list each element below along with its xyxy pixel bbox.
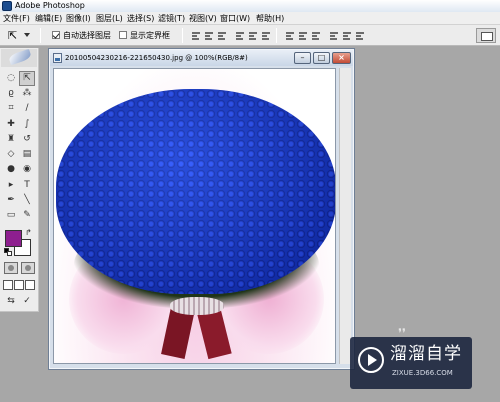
options-bar: ⇱ 自动选择图层 显示定界框 bbox=[0, 25, 500, 46]
notes-icon[interactable]: ▭ bbox=[3, 208, 19, 223]
dodge-icon[interactable]: ◉ bbox=[19, 162, 35, 177]
close-button[interactable]: × bbox=[332, 52, 351, 64]
menu-image[interactable]: 图像(I) bbox=[66, 12, 91, 25]
tool-preset-picker[interactable]: ⇱ bbox=[6, 28, 34, 43]
foreground-color-swatch[interactable] bbox=[5, 230, 22, 247]
menu-view[interactable]: 视图(V) bbox=[189, 12, 217, 25]
document-title: 20100504230216-221650430.jpg @ 100%(RGB/… bbox=[65, 54, 248, 62]
distribute-hcenter-icon[interactable] bbox=[343, 31, 351, 40]
document-title-bar[interactable]: 20100504230216-221650430.jpg @ 100%(RGB/… bbox=[50, 50, 353, 66]
title-bar: Adobe Photoshop bbox=[0, 0, 500, 12]
screen-mode-standard-icon[interactable] bbox=[3, 280, 13, 290]
menu-bar: 文件(F) 编辑(E) 图像(I) 图层(L) 选择(S) 滤镜(T) 视图(V… bbox=[0, 12, 500, 25]
distribute-vcenter-icon[interactable] bbox=[299, 31, 307, 40]
menu-select[interactable]: 选择(S) bbox=[127, 12, 154, 25]
image-file-icon bbox=[53, 53, 62, 63]
screen-mode-menubar-icon[interactable] bbox=[14, 280, 24, 290]
blur-icon[interactable]: ● bbox=[3, 162, 19, 177]
show-bounds-checkbox[interactable] bbox=[119, 31, 127, 39]
align-top-icon[interactable] bbox=[192, 31, 200, 40]
photoshop-feather-icon bbox=[7, 48, 33, 66]
move-icon[interactable]: ⇱ bbox=[19, 71, 35, 86]
watermark-badge: 溜溜自学 ZIXUE.3D66.COM bbox=[350, 337, 472, 389]
align-hcenter-icon[interactable] bbox=[249, 31, 257, 40]
crop-icon[interactable]: ⌗ bbox=[3, 101, 19, 116]
vertical-scrollbar[interactable] bbox=[339, 68, 351, 364]
gradient-icon[interactable]: ▤ bbox=[19, 147, 35, 162]
auto-select-label: 自动选择图层 bbox=[63, 31, 111, 40]
distribute-bottom-icon[interactable] bbox=[312, 31, 320, 40]
standard-mode-icon[interactable] bbox=[4, 262, 18, 274]
imageready-icon[interactable]: ✓ bbox=[19, 294, 35, 309]
bouquet-shading bbox=[56, 89, 335, 294]
lasso-icon[interactable]: ϱ bbox=[3, 86, 19, 101]
quick-mask-icon[interactable] bbox=[21, 262, 35, 274]
line-icon[interactable]: ╲ bbox=[19, 193, 35, 208]
align-left-icon[interactable] bbox=[236, 31, 244, 40]
menu-file[interactable]: 文件(F) bbox=[3, 12, 30, 25]
document-window: 20100504230216-221650430.jpg @ 100%(RGB/… bbox=[48, 48, 355, 370]
menu-edit[interactable]: 编辑(E) bbox=[35, 12, 62, 25]
magic-wand-icon[interactable]: ⁂ bbox=[19, 86, 35, 101]
default-colors-icon[interactable] bbox=[4, 248, 12, 256]
options-separator bbox=[40, 28, 41, 43]
eyedropper-icon[interactable]: ✎ bbox=[19, 208, 35, 223]
brush-icon[interactable]: ∫ bbox=[19, 117, 35, 132]
minimize-button[interactable]: – bbox=[294, 52, 311, 64]
distribute-top-icon[interactable] bbox=[286, 31, 294, 40]
photoshop-app-icon bbox=[2, 1, 12, 11]
swap-colors-icon[interactable]: ↱ bbox=[25, 228, 32, 237]
eraser-icon[interactable]: ◇ bbox=[3, 147, 19, 162]
window-title: Adobe Photoshop bbox=[15, 1, 85, 10]
align-right-icon[interactable] bbox=[262, 31, 270, 40]
chevron-down-icon bbox=[24, 33, 30, 37]
play-logo-icon bbox=[358, 347, 384, 373]
type-icon[interactable]: T bbox=[19, 178, 35, 193]
watermark-url: ZIXUE.3D66.COM bbox=[392, 369, 453, 377]
marquee-icon[interactable]: ◌ bbox=[3, 71, 19, 86]
image-canvas[interactable] bbox=[53, 68, 336, 364]
stamp-icon[interactable]: ♜ bbox=[3, 132, 19, 147]
screen-mode-full-icon[interactable] bbox=[25, 280, 35, 290]
watermark-brand: 溜溜自学 bbox=[390, 344, 462, 364]
healing-icon[interactable]: ✚ bbox=[3, 117, 19, 132]
toolbox: ◌ ⇱ ϱ ⁂ ⌗ ∕ ✚ ∫ ♜ ↺ ◇ ▤ ● ◉ ▸ T ✒ ╲ ▭ ✎ … bbox=[0, 48, 39, 312]
maximize-button[interactable]: □ bbox=[313, 52, 330, 64]
distribute-right-icon[interactable] bbox=[356, 31, 364, 40]
pen-icon[interactable]: ✒ bbox=[3, 193, 19, 208]
show-bounds-label: 显示定界框 bbox=[130, 31, 170, 40]
slice-icon[interactable]: ∕ bbox=[19, 101, 35, 116]
path-select-icon[interactable]: ▸ bbox=[3, 178, 19, 193]
align-vcenter-icon[interactable] bbox=[205, 31, 213, 40]
auto-select-checkbox[interactable] bbox=[52, 31, 60, 39]
menu-window[interactable]: 窗口(W) bbox=[220, 12, 250, 25]
jump-to-imageready-icon[interactable]: ⇆ bbox=[3, 294, 19, 309]
distribute-left-icon[interactable] bbox=[330, 31, 338, 40]
menu-help[interactable]: 帮助(H) bbox=[256, 12, 284, 25]
toolbox-header bbox=[1, 48, 37, 67]
menu-filter[interactable]: 滤镜(T) bbox=[158, 12, 185, 25]
options-separator bbox=[276, 28, 277, 43]
move-tool-icon: ⇱ bbox=[8, 29, 18, 42]
menu-layer[interactable]: 图层(L) bbox=[96, 12, 123, 25]
palette-well-button[interactable] bbox=[476, 28, 496, 43]
align-bottom-icon[interactable] bbox=[218, 31, 226, 40]
lace-bow bbox=[170, 297, 224, 315]
history-brush-icon[interactable]: ↺ bbox=[19, 132, 35, 147]
options-separator bbox=[182, 28, 183, 43]
